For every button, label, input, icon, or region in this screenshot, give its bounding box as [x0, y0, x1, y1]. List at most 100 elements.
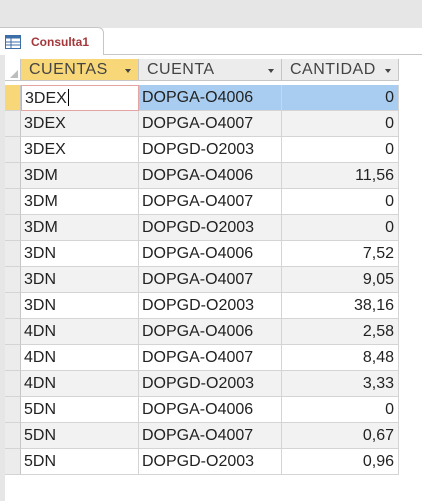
- record-selector[interactable]: [5, 397, 21, 423]
- text-caret: [67, 89, 69, 106]
- cell-cuentas[interactable]: 3DN: [21, 293, 139, 319]
- cell-value: 0: [385, 89, 394, 106]
- cell-cantidad[interactable]: 0: [282, 111, 399, 137]
- cell-cuenta[interactable]: DOPGD-O2003: [139, 215, 282, 241]
- cell-cantidad[interactable]: 9,05: [282, 267, 399, 293]
- cell-cuentas[interactable]: 4DN: [21, 345, 139, 371]
- record-selector[interactable]: [5, 137, 21, 163]
- column-header-label: CUENTA: [147, 61, 215, 78]
- filter-dropdown-icon[interactable]: [268, 69, 274, 73]
- cell-value: 2,58: [362, 323, 394, 340]
- cell-cantidad[interactable]: 0,96: [282, 449, 399, 475]
- column-header-cantidad[interactable]: CANTIDAD: [282, 59, 399, 81]
- column-header-cuentas[interactable]: CUENTAS: [21, 59, 139, 81]
- cell-value: DOPGA-O4007: [142, 427, 254, 444]
- cell-cuenta[interactable]: DOPGA-O4007: [139, 189, 282, 215]
- cell-cuentas[interactable]: 3DN: [21, 241, 139, 267]
- cell-cantidad[interactable]: 0: [282, 189, 399, 215]
- column-header-cuenta[interactable]: CUENTA: [139, 59, 282, 81]
- record-selector[interactable]: [5, 423, 21, 449]
- query-table-icon: [5, 35, 21, 49]
- cell-cantidad[interactable]: 0: [282, 85, 399, 111]
- cell-cuentas[interactable]: 5DN: [21, 423, 139, 449]
- cell-cantidad[interactable]: 0: [282, 397, 399, 423]
- cell-value: 0: [385, 401, 394, 418]
- record-selector[interactable]: [5, 241, 21, 267]
- tab-label: Consulta1: [31, 35, 90, 49]
- cell-cantidad[interactable]: 8,48: [282, 345, 399, 371]
- tab-consulta1[interactable]: Consulta1: [0, 27, 104, 55]
- cell-value: 4DN: [24, 323, 57, 340]
- cell-value: 0: [385, 141, 394, 158]
- cell-value: DOPGA-O4007: [142, 349, 254, 366]
- cell-cantidad[interactable]: 0: [282, 215, 399, 241]
- cell-cuenta[interactable]: DOPGA-O4006: [139, 163, 282, 189]
- record-selector[interactable]: [5, 189, 21, 215]
- cell-cantidad[interactable]: 3,33: [282, 371, 399, 397]
- record-selector[interactable]: [5, 215, 21, 241]
- cell-value: 7,52: [362, 245, 394, 262]
- cell-cuentas[interactable]: 5DN: [21, 449, 139, 475]
- filter-dropdown-icon[interactable]: [125, 69, 131, 73]
- cell-value: 3,33: [362, 375, 394, 392]
- select-all-corner[interactable]: [5, 59, 21, 81]
- record-selector[interactable]: [5, 371, 21, 397]
- cell-cuenta[interactable]: DOPGA-O4006: [139, 85, 282, 111]
- cell-value: DOPGD-O2003: [142, 453, 255, 470]
- cell-value: 3DM: [24, 219, 58, 236]
- record-selector[interactable]: [5, 345, 21, 371]
- cell-cuentas[interactable]: 3DEX: [21, 85, 139, 111]
- cell-cantidad[interactable]: 7,52: [282, 241, 399, 267]
- cell-cantidad[interactable]: 11,56: [282, 163, 399, 189]
- cell-cuentas[interactable]: 5DN: [21, 397, 139, 423]
- cell-cuentas[interactable]: 3DM: [21, 189, 139, 215]
- record-selector[interactable]: [5, 449, 21, 475]
- cell-value: 3DEX: [24, 141, 66, 158]
- cell-cuentas[interactable]: 4DN: [21, 371, 139, 397]
- filter-dropdown-icon[interactable]: [385, 69, 391, 73]
- cell-cuenta[interactable]: DOPGA-O4007: [139, 345, 282, 371]
- record-selector[interactable]: [5, 163, 21, 189]
- record-selector[interactable]: [5, 319, 21, 345]
- cell-cuenta[interactable]: DOPGA-O4006: [139, 241, 282, 267]
- cell-value: DOPGA-O4006: [142, 89, 254, 106]
- cell-value: DOPGD-O2003: [142, 375, 255, 392]
- record-selector[interactable]: [5, 293, 21, 319]
- cell-cuentas[interactable]: 3DN: [21, 267, 139, 293]
- cell-cuentas[interactable]: 4DN: [21, 319, 139, 345]
- cell-cuentas[interactable]: 3DEX: [21, 137, 139, 163]
- cell-cantidad[interactable]: 0: [282, 137, 399, 163]
- cell-value: DOPGA-O4006: [142, 245, 254, 262]
- cell-value: 11,56: [355, 167, 394, 184]
- column-header-label: CUENTAS: [29, 61, 108, 78]
- cell-cuenta[interactable]: DOPGA-O4007: [139, 267, 282, 293]
- cell-cuenta[interactable]: DOPGA-O4007: [139, 423, 282, 449]
- record-selector[interactable]: [5, 111, 21, 137]
- cell-value: DOPGA-O4007: [142, 271, 254, 288]
- cell-cuenta[interactable]: DOPGD-O2003: [139, 137, 282, 163]
- cell-cuenta[interactable]: DOPGA-O4006: [139, 397, 282, 423]
- cell-value: 38,16: [353, 297, 394, 314]
- cell-cantidad[interactable]: 2,58: [282, 319, 399, 345]
- cell-value: 5DN: [24, 401, 57, 418]
- cell-cuenta[interactable]: DOPGA-O4007: [139, 111, 282, 137]
- cell-cuentas[interactable]: 3DM: [21, 215, 139, 241]
- cell-cuenta[interactable]: DOPGD-O2003: [139, 449, 282, 475]
- cell-value: DOPGA-O4007: [142, 193, 254, 210]
- cell-cuenta[interactable]: DOPGD-O2003: [139, 293, 282, 319]
- cell-cuenta[interactable]: DOPGA-O4006: [139, 319, 282, 345]
- cell-value: 0: [385, 115, 394, 132]
- cell-cantidad[interactable]: 38,16: [282, 293, 399, 319]
- cell-cuentas[interactable]: 3DM: [21, 163, 139, 189]
- cell-value: DOPGA-O4006: [142, 167, 254, 184]
- cell-cuentas[interactable]: 3DEX: [21, 111, 139, 137]
- cell-cuenta[interactable]: DOPGD-O2003: [139, 371, 282, 397]
- cell-cantidad[interactable]: 0,67: [282, 423, 399, 449]
- cell-value: 3DEX: [24, 115, 66, 132]
- record-selector[interactable]: [5, 267, 21, 293]
- cell-value: 3DN: [24, 271, 57, 288]
- cell-value: 3DM: [24, 167, 58, 184]
- cell-value: 9,05: [362, 271, 394, 288]
- record-selector[interactable]: [5, 85, 21, 111]
- cell-value: 0,67: [362, 427, 394, 444]
